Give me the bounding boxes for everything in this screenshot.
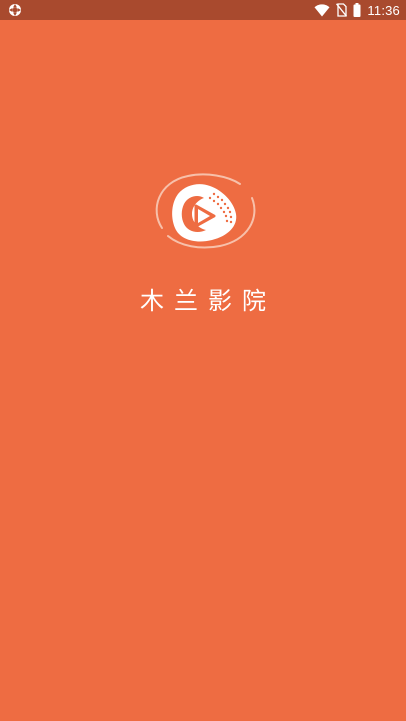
wifi-icon bbox=[314, 3, 330, 17]
app-notification-icon bbox=[8, 3, 22, 17]
splash-screen: 11:36 木兰影院 bbox=[0, 0, 406, 721]
no-sim-icon bbox=[336, 3, 348, 17]
film-play-logo-icon bbox=[148, 170, 260, 252]
app-name: 木兰影院 bbox=[140, 287, 276, 315]
status-time: 11:36 bbox=[367, 2, 400, 18]
status-bar: 11:36 bbox=[0, 0, 406, 20]
battery-icon bbox=[353, 3, 361, 17]
